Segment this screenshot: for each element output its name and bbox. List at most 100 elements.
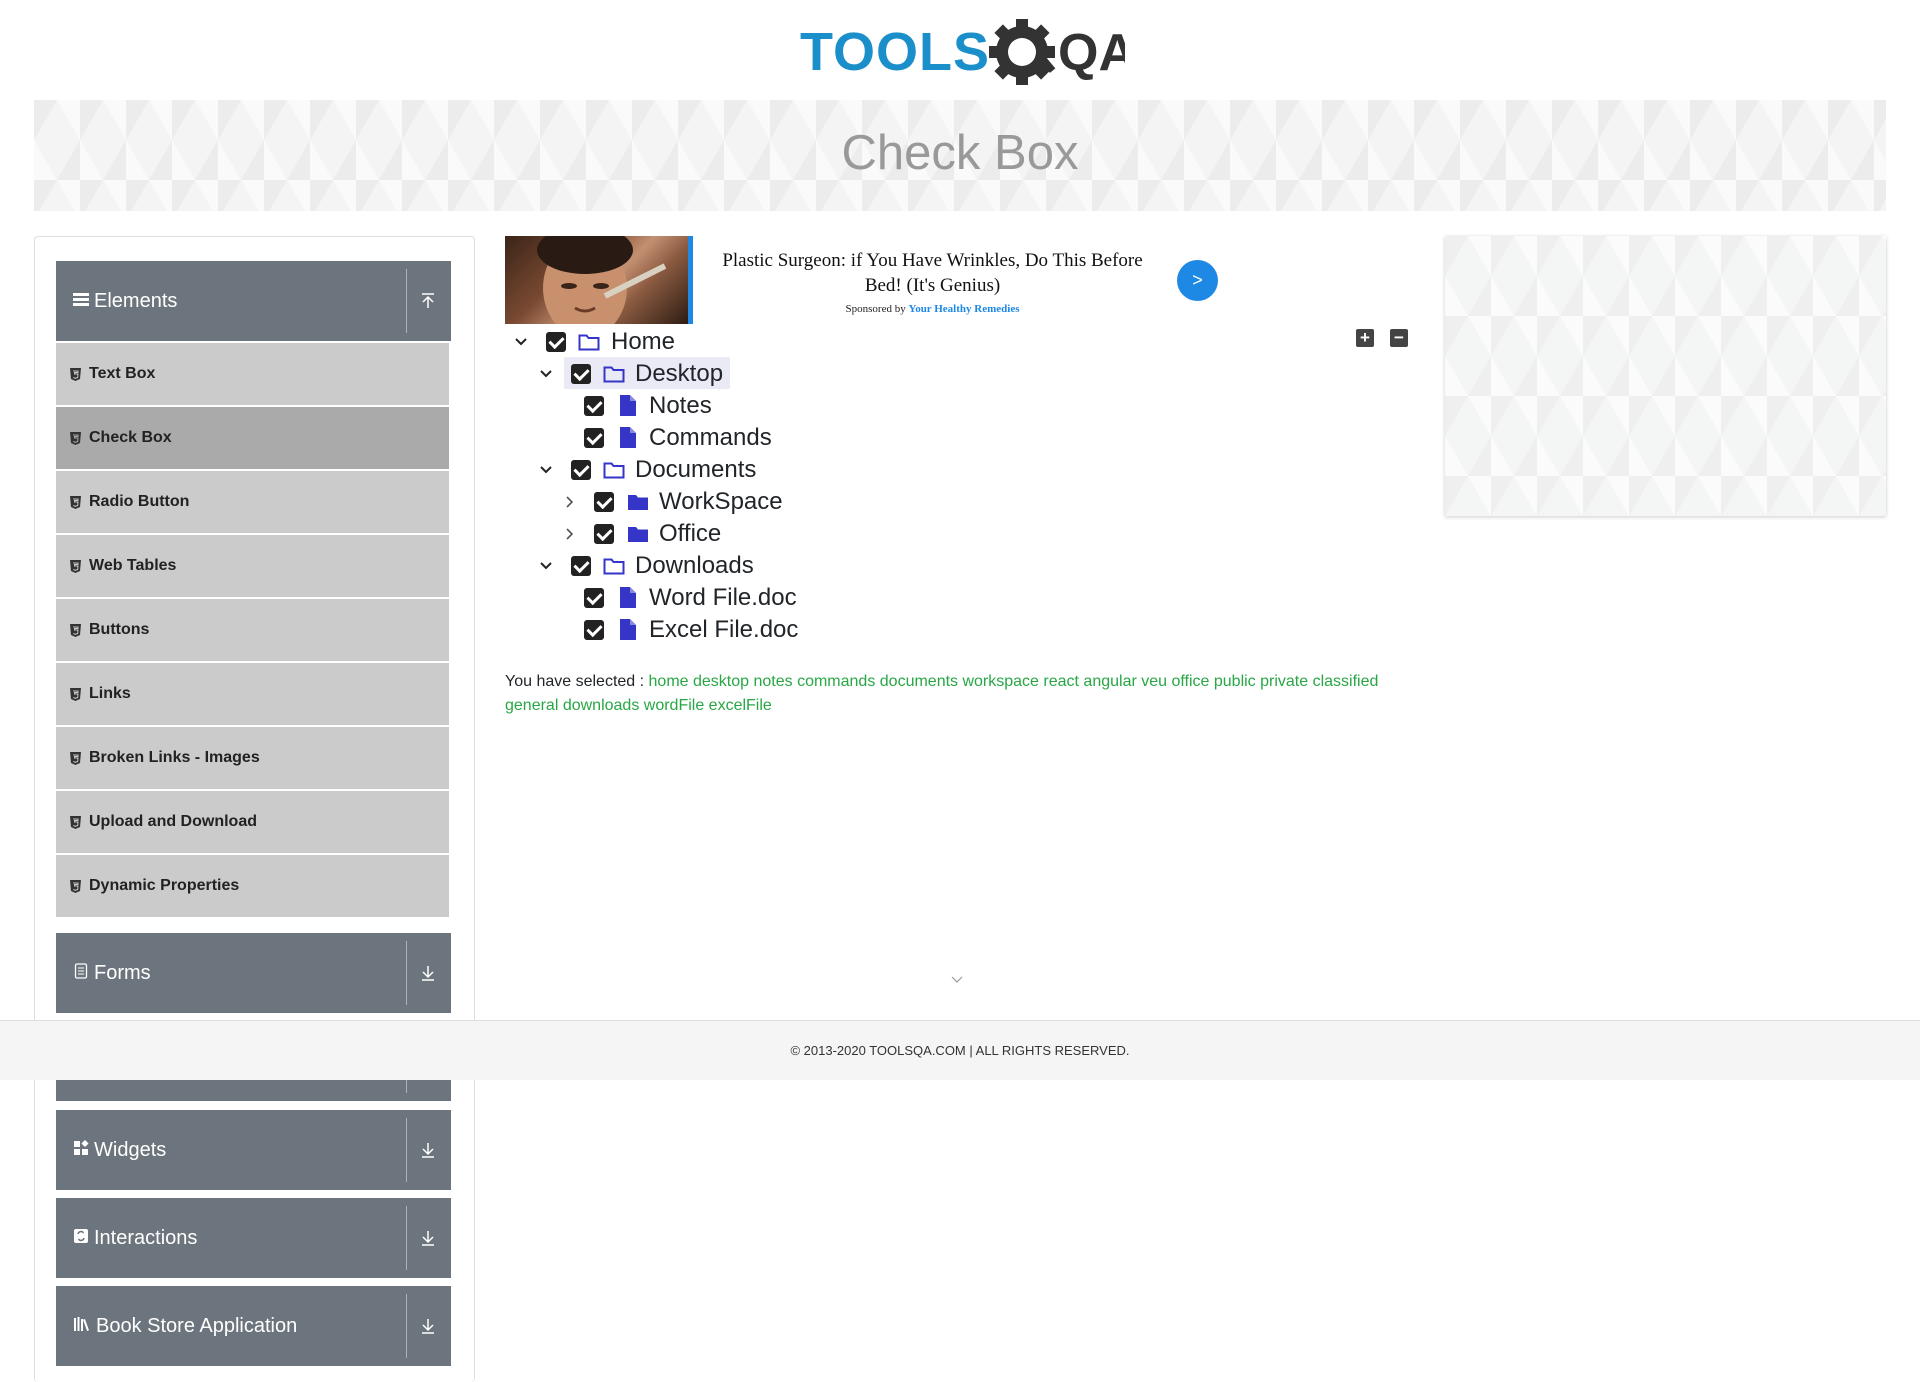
tree-label-notes[interactable]: Notes bbox=[649, 391, 712, 421]
tree-label-documents[interactable]: Documents bbox=[635, 455, 756, 485]
folder-open-icon bbox=[603, 364, 625, 389]
ad-next-button[interactable]: > bbox=[1177, 260, 1218, 301]
folder-open-icon bbox=[603, 460, 625, 485]
tree-label-workspace[interactable]: WorkSpace bbox=[659, 487, 783, 517]
interactions-icon bbox=[73, 1227, 89, 1250]
checkbox-commands[interactable] bbox=[584, 428, 604, 448]
tree-label-word-file[interactable]: Word File.doc bbox=[649, 583, 797, 613]
menu-item-label: Broken Links - Images bbox=[89, 749, 260, 766]
tree-label-commands[interactable]: Commands bbox=[649, 423, 772, 453]
chevron-down-icon[interactable] bbox=[536, 455, 556, 485]
folder-icon bbox=[627, 492, 649, 517]
checkbox-notes[interactable] bbox=[584, 396, 604, 416]
checkbox-excel-file[interactable] bbox=[584, 620, 604, 640]
tree-label-excel-file[interactable]: Excel File.doc bbox=[649, 615, 798, 645]
checkbox-office[interactable] bbox=[594, 524, 614, 544]
widgets-icon bbox=[73, 1139, 89, 1162]
checkbox-word-file[interactable] bbox=[584, 588, 604, 608]
html-icon bbox=[70, 431, 81, 445]
divider bbox=[406, 1206, 407, 1270]
expand-down-icon[interactable] bbox=[420, 1286, 436, 1366]
collapse-all-button[interactable]: − bbox=[1390, 329, 1408, 347]
menu-item-label: Text Box bbox=[89, 365, 156, 382]
file-icon bbox=[620, 395, 636, 421]
group-label: Forms bbox=[94, 961, 151, 984]
gear-icon bbox=[989, 19, 1056, 85]
checkbox-workspace[interactable] bbox=[594, 492, 614, 512]
menu-item-label: Web Tables bbox=[89, 557, 177, 574]
html-icon bbox=[70, 879, 81, 893]
expand-down-icon[interactable] bbox=[420, 1198, 436, 1278]
menu-item-label: Upload and Download bbox=[89, 813, 257, 830]
ad-sponsor: Sponsored by Your Healthy Remedies bbox=[705, 303, 1160, 315]
expand-all-button[interactable]: + bbox=[1356, 329, 1374, 347]
html-icon bbox=[70, 623, 81, 637]
menu-item-label: Radio Button bbox=[89, 493, 190, 510]
menu-item-links[interactable]: Links bbox=[56, 663, 449, 725]
logo-graphic: TOOLS QA bbox=[800, 19, 1136, 85]
chevron-down-icon[interactable] bbox=[950, 972, 964, 990]
html-icon bbox=[70, 687, 81, 701]
logo-text-tools: TOOLS bbox=[800, 22, 990, 82]
footer-copyright: © 2013-2020 TOOLSQA.COM | ALL RIGHTS RES… bbox=[790, 1043, 1130, 1058]
chevron-right-icon[interactable] bbox=[560, 487, 580, 517]
menu-item-text-box[interactable]: Text Box bbox=[56, 343, 449, 405]
footer: © 2013-2020 TOOLSQA.COM | ALL RIGHTS RES… bbox=[0, 1020, 1920, 1080]
sponsored-ad[interactable]: Plastic Surgeon: if You Have Wrinkles, D… bbox=[505, 226, 1230, 338]
list-icon bbox=[73, 290, 89, 313]
html-icon bbox=[70, 367, 81, 381]
divider bbox=[406, 1118, 407, 1182]
group-label: Interactions bbox=[94, 1226, 198, 1249]
collapse-up-icon[interactable] bbox=[420, 261, 436, 341]
menu-item-buttons[interactable]: Buttons bbox=[56, 599, 449, 661]
menu-item-dynamic-properties[interactable]: Dynamic Properties bbox=[56, 855, 449, 917]
tree-label-desktop[interactable]: Desktop bbox=[635, 359, 723, 389]
ad-image[interactable] bbox=[505, 226, 691, 338]
menu-item-web-tables[interactable]: Web Tables bbox=[56, 535, 449, 597]
toolsqa-logo[interactable]: TOOLS QA bbox=[800, 14, 1136, 92]
books-icon bbox=[73, 1315, 91, 1338]
side-ad-placeholder[interactable] bbox=[1445, 236, 1886, 516]
selection-result: You have selected : home desktop notes c… bbox=[505, 670, 1405, 718]
html-icon bbox=[70, 559, 81, 573]
logo-text-a: QA bbox=[1058, 24, 1125, 82]
group-header-widgets[interactable]: Widgets bbox=[56, 1110, 451, 1190]
file-icon bbox=[620, 587, 636, 613]
group-label: Elements bbox=[94, 289, 178, 312]
document-icon bbox=[73, 962, 89, 985]
checkbox-documents[interactable] bbox=[571, 460, 591, 480]
chevron-down-icon[interactable] bbox=[511, 327, 531, 357]
group-header-book-store[interactable]: Book Store Application bbox=[56, 1286, 451, 1366]
menu-item-label: Buttons bbox=[89, 621, 150, 638]
menu-item-upload-download[interactable]: Upload and Download bbox=[56, 791, 449, 853]
expand-down-icon[interactable] bbox=[420, 933, 436, 1013]
file-icon bbox=[620, 619, 636, 645]
html-icon bbox=[70, 751, 81, 765]
ad-sponsor-prefix: Sponsored by bbox=[845, 303, 906, 315]
html-icon bbox=[70, 495, 81, 509]
checkbox-home[interactable] bbox=[546, 332, 566, 352]
menu-item-broken-links[interactable]: Broken Links - Images bbox=[56, 727, 449, 789]
checkbox-desktop[interactable] bbox=[571, 364, 591, 384]
group-header-forms[interactable]: Forms bbox=[56, 933, 451, 1013]
folder-open-icon bbox=[603, 556, 625, 581]
menu-item-label: Check Box bbox=[89, 429, 172, 446]
tree-label-office[interactable]: Office bbox=[659, 519, 721, 549]
menu-item-check-box[interactable]: Check Box bbox=[56, 407, 449, 469]
page-banner: Check Box bbox=[34, 100, 1886, 211]
chevron-down-icon[interactable] bbox=[536, 551, 556, 581]
chevron-down-icon[interactable] bbox=[536, 359, 556, 389]
menu-item-radio-button[interactable]: Radio Button bbox=[56, 471, 449, 533]
divider bbox=[406, 1294, 407, 1358]
ad-title[interactable]: Plastic Surgeon: if You Have Wrinkles, D… bbox=[705, 248, 1160, 298]
group-header-elements[interactable]: Elements bbox=[56, 261, 451, 341]
expand-down-icon[interactable] bbox=[420, 1110, 436, 1190]
menu-item-label: Links bbox=[89, 685, 131, 702]
file-icon bbox=[620, 427, 636, 453]
chevron-right-icon[interactable] bbox=[560, 519, 580, 549]
tree-label-downloads[interactable]: Downloads bbox=[635, 551, 754, 581]
group-header-interactions[interactable]: Interactions bbox=[56, 1198, 451, 1278]
checkbox-downloads[interactable] bbox=[571, 556, 591, 576]
tree-label-home[interactable]: Home bbox=[611, 327, 675, 357]
ad-sponsor-name[interactable]: Your Healthy Remedies bbox=[908, 303, 1019, 315]
